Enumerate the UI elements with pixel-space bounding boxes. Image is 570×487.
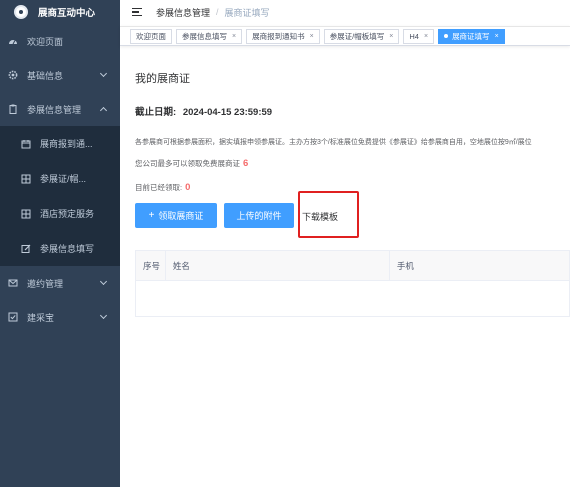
quota-line: 您公司最多可以领取免费展商证 6 <box>135 158 248 169</box>
table-body <box>136 281 569 316</box>
app-logo-row[interactable]: 展商互动中心 <box>0 0 120 24</box>
chevron-up-icon <box>99 106 108 115</box>
sidebar-item-label: 参展信息管理 <box>27 104 82 115</box>
sidebar-submenu: 展商报到通... 参展证/帽... 酒店预定服务 参展信息填写 <box>0 126 120 266</box>
quota-value: 6 <box>243 158 249 169</box>
sidebar-item-exhibit-info[interactable]: 参展信息管理 <box>0 92 120 126</box>
sidebar-item-jiancaibao[interactable]: 建采宝 <box>0 300 120 334</box>
quota-text: 您公司最多可以领取免费展商证 <box>135 159 240 168</box>
claimed-line: 目前已经领取: 0 <box>135 182 190 193</box>
sidebar-item-label: 建采宝 <box>27 312 55 323</box>
tab-label: 参展证/帽板填写 <box>329 31 385 41</box>
download-template-button[interactable]: 下载模板 <box>302 210 338 223</box>
close-icon[interactable]: × <box>424 33 428 40</box>
tab-label: 欢迎页面 <box>136 31 166 41</box>
plus-icon: + <box>148 210 155 221</box>
column-header-index: 序号 <box>136 250 166 281</box>
sidebar-item-exhibit-form[interactable]: 参展信息填写 <box>0 231 120 266</box>
page-title: 我的展商证 <box>135 73 190 85</box>
dashboard-icon <box>8 36 18 46</box>
deadline-value: 2024-04-15 23:59:59 <box>182 107 273 118</box>
calendar-icon <box>21 139 31 149</box>
close-icon[interactable]: × <box>495 33 499 40</box>
tab-label: 参展信息填写 <box>182 31 227 41</box>
sidebar-menu: 欢迎页面 基础信息 参展信息管理 <box>0 24 120 126</box>
breadcrumb-separator: / <box>216 7 219 17</box>
app-title: 展商互动中心 <box>38 8 96 19</box>
column-header-name: 姓名 <box>166 250 390 281</box>
edit-icon <box>21 244 31 254</box>
mail-icon <box>8 278 18 288</box>
sidebar-item-basic-info[interactable]: 基础信息 <box>0 58 120 92</box>
sidebar-item-label: 基础信息 <box>27 70 64 81</box>
hamburger-icon[interactable] <box>132 8 142 16</box>
claimed-value: 0 <box>185 182 191 193</box>
sidebar-item-label: 参展信息填写 <box>40 244 95 254</box>
sidebar-item-label: 酒店预定服务 <box>40 209 95 219</box>
grid-icon <box>21 174 31 184</box>
pass-table: 序号 姓名 手机 <box>135 250 570 317</box>
deadline-label: 截止日期: <box>135 107 177 118</box>
column-header-phone: 手机 <box>396 260 414 271</box>
sidebar-item-checkin-notice[interactable]: 展商报到通... <box>0 126 120 161</box>
tab-exhibit-form[interactable]: 参展信息填写 × <box>176 28 243 44</box>
logo-icon <box>14 5 28 19</box>
breadcrumb: 参展信息管理 / 展商证填写 <box>156 6 270 19</box>
sidebar-item-invitations[interactable]: 邀约管理 <box>0 266 120 300</box>
table-header: 序号 姓名 手机 <box>136 250 569 281</box>
uploaded-attachments-label: 上传的附件 <box>236 211 282 221</box>
sidebar-item-welcome[interactable]: 欢迎页面 <box>0 24 120 58</box>
notice-text: 各参展商可根据参展面积，据实填报申领参展证。主办方按3个/标准展位免费提供《参展… <box>135 139 532 146</box>
claim-pass-label: 领取展商证 <box>158 211 204 221</box>
tab-exhibitor-pass-active[interactable]: 展商证填写 × <box>438 28 505 44</box>
sidebar-item-label: 参展证/帽... <box>40 174 87 184</box>
tags-view: 欢迎页面 参展信息填写 × 展商报到通知书 × 参展证/帽板填写 × H4 × 展商证填… <box>120 26 570 46</box>
claimed-text: 目前已经领取: <box>135 183 183 192</box>
tab-h4[interactable]: H4 × <box>403 28 435 44</box>
gear-icon <box>8 70 18 80</box>
tab-welcome[interactable]: 欢迎页面 <box>130 28 172 44</box>
top-navbar: 参展信息管理 / 展商证填写 <box>120 0 570 24</box>
sidebar-item-label: 邀约管理 <box>27 278 64 289</box>
close-icon[interactable]: × <box>389 33 393 40</box>
grid-icon <box>21 209 31 219</box>
clipboard-icon <box>8 104 18 114</box>
main-content: 我的展商证 截止日期: 2024-04-15 23:59:59 各参展商可根据参… <box>120 48 570 487</box>
chevron-down-icon <box>99 277 108 286</box>
chevron-down-icon <box>99 69 108 78</box>
tab-label: 展商证填写 <box>452 31 490 41</box>
chevron-down-icon <box>99 311 108 320</box>
sidebar-item-label: 展商报到通... <box>40 139 93 149</box>
deadline: 截止日期: 2024-04-15 23:59:59 <box>135 104 272 118</box>
claim-pass-button[interactable]: + 领取展商证 <box>135 203 217 228</box>
sidebar-item-exhibitor-pass[interactable]: 参展证/帽... <box>0 161 120 196</box>
tab-pass-form[interactable]: 参展证/帽板填写 × <box>323 28 400 44</box>
sidebar-item-label: 欢迎页面 <box>27 36 64 47</box>
tab-label: 展商报到通知书 <box>252 31 305 41</box>
checklist-icon <box>8 312 18 322</box>
sidebar: 展商互动中心 欢迎页面 基础信息 参展信息管理 展商报到通... 参展证/帽..… <box>0 0 120 487</box>
close-icon[interactable]: × <box>310 33 314 40</box>
sidebar-menu-lower: 邀约管理 建采宝 <box>0 266 120 334</box>
active-dot-icon <box>444 34 449 38</box>
sidebar-item-hotel-booking[interactable]: 酒店预定服务 <box>0 196 120 231</box>
breadcrumb-item-current: 展商证填写 <box>224 7 270 18</box>
breadcrumb-item[interactable]: 参展信息管理 <box>156 6 210 19</box>
tab-label: H4 <box>409 31 419 41</box>
tab-checkin-notice[interactable]: 展商报到通知书 × <box>246 28 320 44</box>
close-icon[interactable]: × <box>232 33 236 40</box>
uploaded-attachments-button[interactable]: 上传的附件 <box>224 203 294 228</box>
